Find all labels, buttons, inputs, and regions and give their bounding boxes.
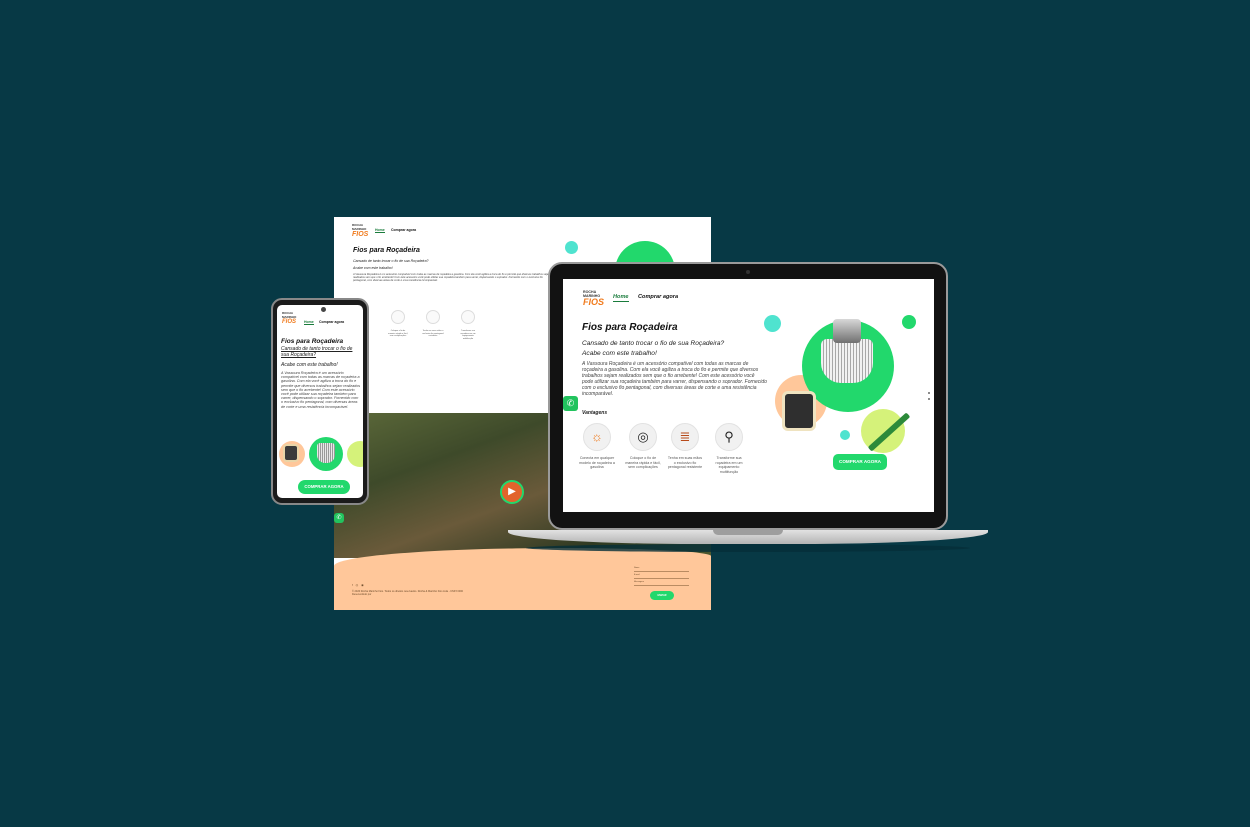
wire-spool-image: [283, 444, 299, 462]
logo-brand: FIOS: [282, 319, 297, 325]
page-subtitle: Cansado de tanto trocar o fio de sua Roç…: [582, 340, 725, 347]
phone-mockup: ROCHA MARINHO FIOS Home Comprar agora Fi…: [271, 298, 369, 505]
spiral-icon: ◎: [629, 423, 657, 451]
page-subtitle-2: Acabe com este trabalho!: [281, 362, 338, 368]
nav-buy-link[interactable]: Comprar agora: [391, 228, 416, 232]
buy-now-button[interactable]: COMPRAR AGORA: [298, 480, 350, 494]
laptop-screen: ROCHA MARINHO FIOS Home Comprar agora Fi…: [563, 279, 934, 512]
advantage-text: Conecta em qualquer modelo de roçadeira …: [579, 456, 615, 469]
advantage-text: Tenha em suas mãos o exclusivo fio penta…: [667, 456, 703, 469]
decor-circle-cyan: [764, 315, 781, 332]
advantage-icon-trimmer: [461, 310, 475, 324]
laptop-shadow: [526, 544, 970, 552]
advantage-text: Coloque o fio de maneira rápida e fácil,…: [625, 456, 661, 469]
footer-social-icons[interactable]: f ◎ ◉: [352, 583, 365, 587]
laptop-camera: [746, 270, 750, 274]
logo-line2: MARINHO: [282, 314, 297, 319]
logo[interactable]: ROCHA MARINHO FIOS: [583, 290, 605, 307]
logo-line2: MARINHO: [352, 226, 367, 231]
pentagon-line-icon: ≣: [671, 423, 699, 451]
decor-circle-green-small: [902, 315, 916, 329]
advantage-text: Tenha em suas mãos o exclusivo fio penta…: [422, 330, 444, 337]
advantage-icon-pentagon: [426, 310, 440, 324]
footer-submit-button[interactable]: ENVIAR: [650, 591, 674, 600]
page-subtitle: Cansado de tanto trocar o fio de sua Roç…: [281, 346, 353, 358]
page-title: Fios para Roçadeira: [582, 322, 678, 333]
advantage-text: Transforme sua roçadeira em um equipamen…: [460, 330, 476, 340]
footer-copyright: © 2020 Rocha Marinho Fios. Todos os dire…: [352, 590, 532, 596]
page-subtitle-2: Acabe com este trabalho!: [582, 350, 657, 357]
trimmer-head-image: [833, 319, 861, 343]
footer: [334, 548, 711, 610]
credit-text: Desenvolvido por: [352, 593, 372, 596]
decor-circle-cyan: [565, 241, 578, 254]
nav-home-link[interactable]: Home: [375, 228, 385, 233]
decor-circle-lime: [347, 441, 363, 467]
laptop-notch: [713, 530, 783, 535]
advantages-heading: Vantagens: [582, 410, 608, 416]
nav-buy-link[interactable]: Comprar agora: [319, 320, 344, 324]
page-subtitle: Cansado de tanto trocar o fio de sua Roç…: [353, 259, 429, 263]
footer-field-label: Nome: [634, 567, 640, 569]
page-subtitle-2: Acabe com este trabalho!: [353, 266, 393, 270]
footer-email-field[interactable]: [634, 578, 689, 579]
phone-screen: ROCHA MARINHO FIOS Home Comprar agora Fi…: [277, 305, 363, 498]
page-title: Fios para Roçadeira: [281, 338, 344, 345]
page-description: A Vassoura Roçadeira é um acessório comp…: [582, 361, 767, 398]
page-description: A Vassoura Roçadeira é um acessório comp…: [281, 371, 361, 409]
logo[interactable]: ROCHA MARINHO FIOS: [352, 223, 369, 238]
footer-field-label: E-mail: [634, 574, 640, 576]
phone-camera: [321, 307, 326, 312]
advantage-icon-spiral: [391, 310, 405, 324]
logo-brand: FIOS: [583, 297, 605, 307]
page-title: Fios para Roçadeira: [353, 247, 420, 254]
logo-brand: FIOS: [352, 231, 369, 238]
whatsapp-icon[interactable]: ✆: [334, 513, 344, 523]
logo[interactable]: ROCHA MARINHO FIOS: [282, 311, 297, 325]
footer-message-field[interactable]: [634, 585, 689, 586]
advantage-text: Coloque o fio de maneira rápida e fácil,…: [388, 330, 408, 337]
page-description: A Vassoura Roçadeira é um acessório comp…: [353, 273, 551, 283]
footer-field-label: Mensagem: [634, 581, 644, 583]
play-icon[interactable]: ▶: [500, 480, 524, 504]
nav-home-link[interactable]: Home: [304, 320, 314, 325]
sun-burst-icon: ☼: [583, 423, 611, 451]
trimmer-broom-image: [317, 443, 335, 463]
advantage-text: Transforme sua roçadeira em um equipamen…: [715, 456, 743, 474]
wire-spool-image: [782, 391, 816, 431]
trimmer-tool-icon: ⚲: [715, 423, 743, 451]
decor-circle-cyan-small: [840, 430, 850, 440]
carousel-dots[interactable]: [928, 392, 930, 404]
nav-home-link[interactable]: Home: [613, 294, 629, 302]
nav-buy-link[interactable]: Comprar agora: [638, 294, 678, 300]
footer-name-field[interactable]: [634, 571, 689, 572]
buy-now-button[interactable]: COMPRAR AGORA: [833, 454, 887, 470]
trimmer-broom-image: [821, 339, 873, 383]
whatsapp-icon[interactable]: ✆: [563, 396, 578, 411]
